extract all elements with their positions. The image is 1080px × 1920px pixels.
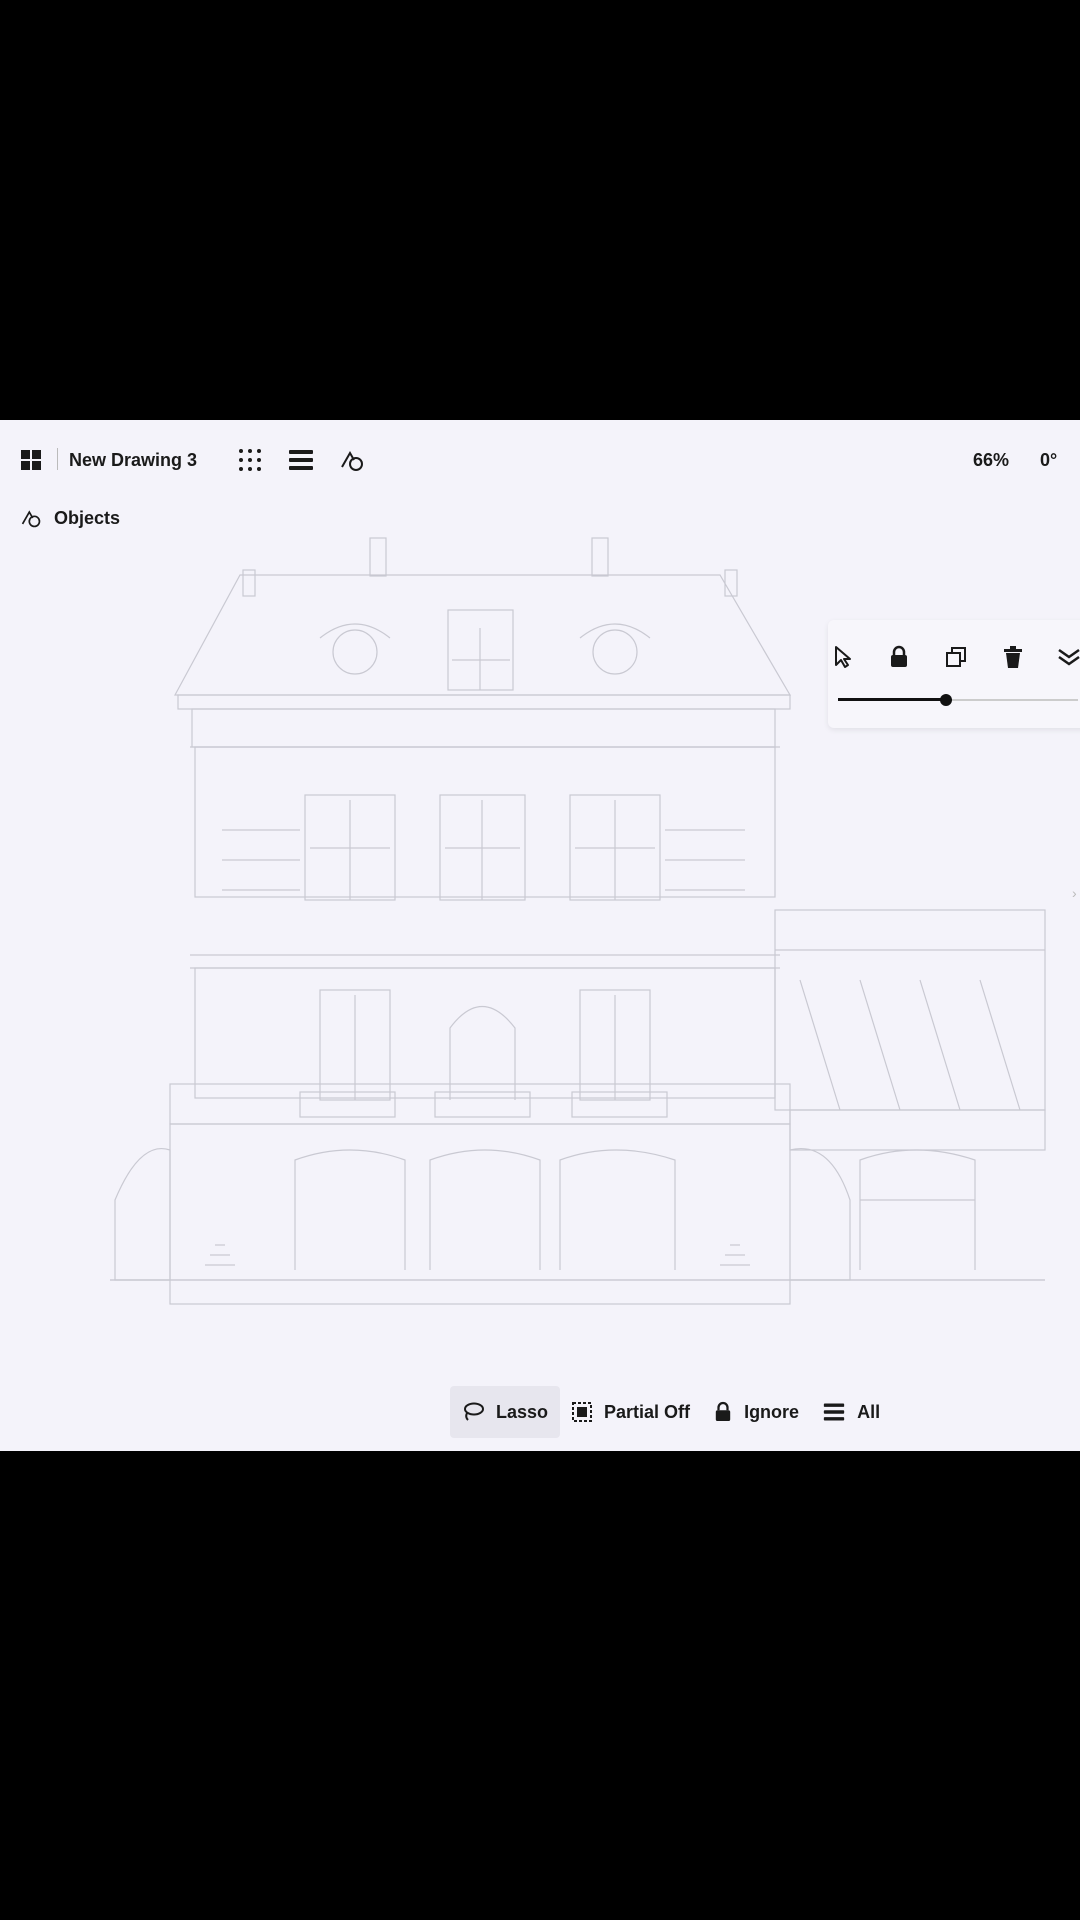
slider-fill — [838, 698, 946, 701]
lasso-button[interactable]: Lasso — [450, 1386, 561, 1438]
collapse-panel-button[interactable] — [1054, 642, 1080, 672]
partial-off-button[interactable]: Partial Off — [560, 1386, 702, 1438]
gallery-button[interactable] — [20, 444, 42, 476]
slider-knob[interactable] — [940, 694, 952, 706]
lock-icon — [891, 645, 907, 667]
all-layers-button[interactable]: All — [811, 1386, 892, 1438]
zoom-level[interactable]: 66% — [973, 444, 1009, 476]
shapes-icon — [21, 510, 41, 528]
partial-select-icon — [572, 1402, 593, 1422]
cursor-icon — [835, 646, 851, 668]
document-title[interactable]: New Drawing 3 — [69, 444, 197, 476]
toolbar-divider — [57, 448, 58, 470]
opacity-slider[interactable] — [838, 692, 1078, 708]
rotation-angle[interactable]: 0° — [1040, 444, 1057, 476]
edge-chevron-icon: › — [1072, 885, 1077, 901]
shapes-icon — [341, 450, 363, 471]
lock-icon — [715, 1401, 731, 1421]
collapse-icon — [1058, 648, 1080, 666]
objects-panel-toggle[interactable]: Objects — [20, 502, 120, 534]
partial-off-label: Partial Off — [604, 1401, 691, 1422]
ignore-locked-button[interactable]: Ignore — [702, 1386, 811, 1438]
layers-button[interactable] — [288, 444, 314, 476]
layers-icon — [823, 1403, 845, 1421]
shapes-button[interactable] — [339, 444, 365, 476]
drawing-app: New Drawing 3 66% 0° Objects › Lasso Par… — [0, 420, 1080, 1451]
duplicate-icon — [946, 647, 966, 667]
drawing-canvas[interactable] — [0, 420, 1080, 1451]
selection-mode-bar: Lasso Partial Off Ignore All — [450, 1386, 892, 1438]
duplicate-button[interactable] — [941, 642, 971, 672]
objects-label: Objects — [54, 507, 121, 528]
lock-button[interactable] — [884, 642, 914, 672]
lasso-label: Lasso — [496, 1401, 549, 1422]
trash-icon — [1004, 646, 1022, 668]
top-toolbar: New Drawing 3 66% 0° — [0, 420, 1080, 496]
dot-grid-icon — [239, 449, 261, 471]
delete-button[interactable] — [998, 642, 1028, 672]
gallery-grid-icon — [21, 450, 41, 470]
lasso-icon — [464, 1402, 484, 1421]
layers-icon — [289, 450, 313, 470]
all-label: All — [857, 1401, 881, 1422]
selection-panel — [828, 620, 1080, 728]
grid-toggle-button[interactable] — [237, 444, 263, 476]
ignore-label: Ignore — [744, 1401, 800, 1422]
select-tool-button[interactable] — [828, 642, 858, 672]
